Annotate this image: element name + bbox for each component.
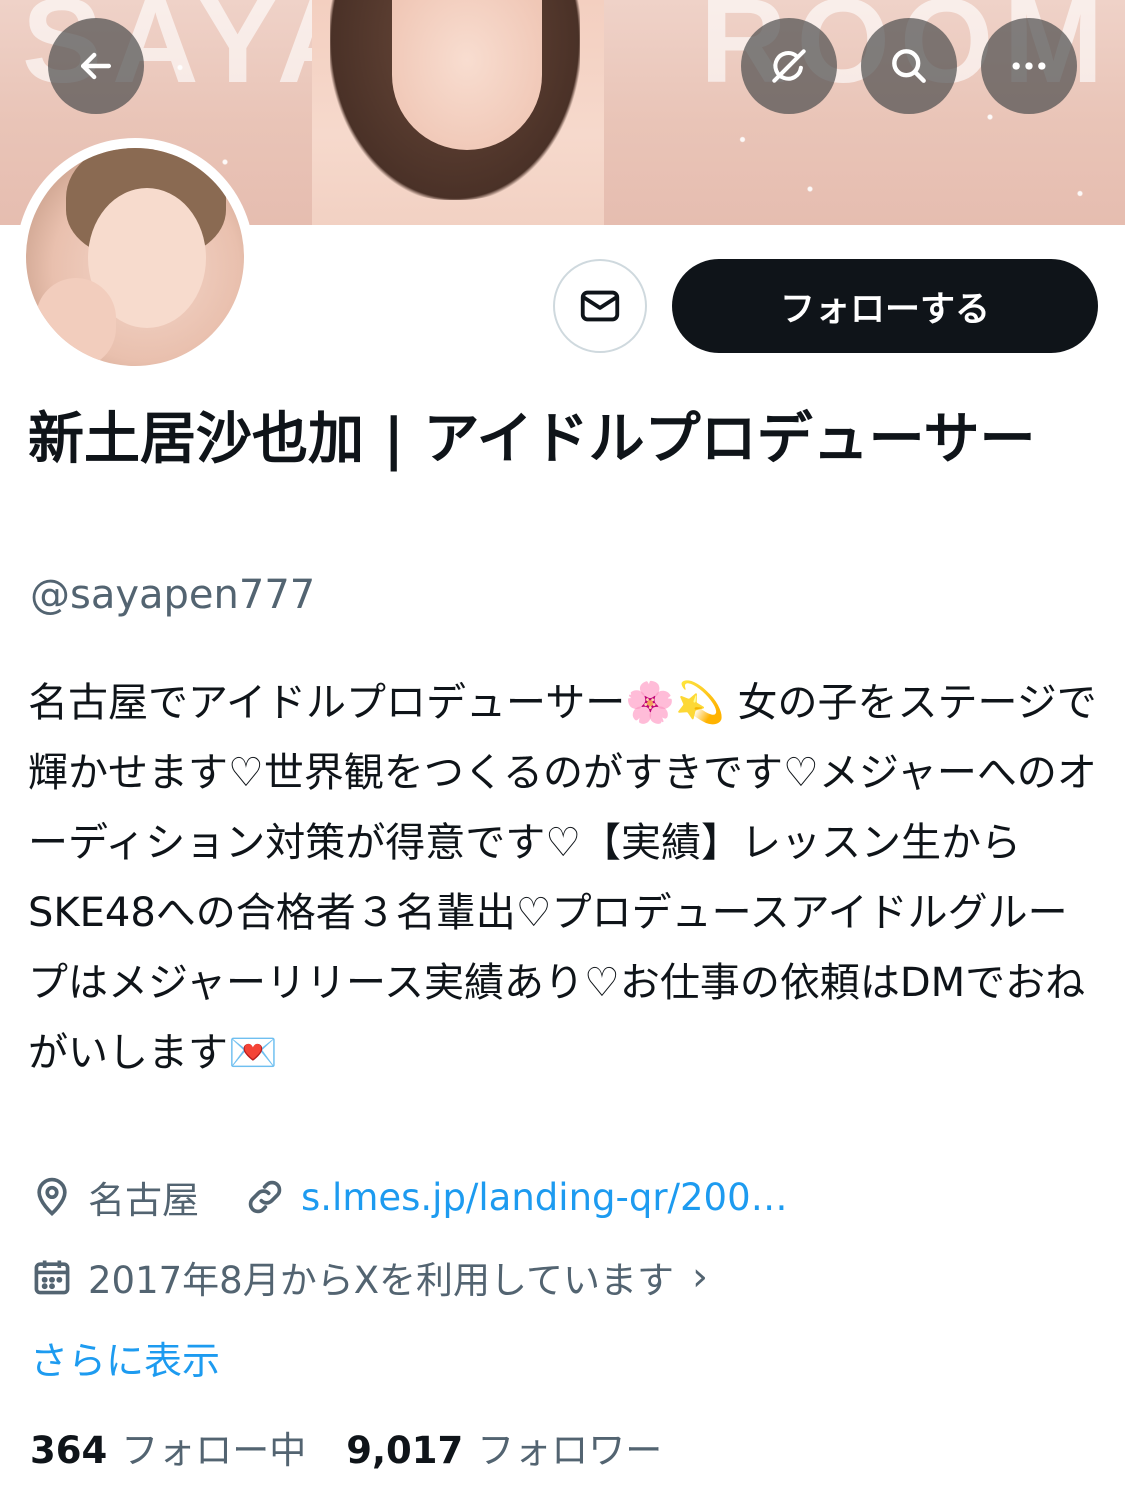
avatar-hand xyxy=(36,278,116,366)
follow-button[interactable]: フォローする xyxy=(672,259,1098,353)
message-button[interactable] xyxy=(553,259,647,353)
profile-bio: 名古屋でアイドルプロデューサー🌸💫 女の子をステージで輝かせます♡世界観をつくる… xyxy=(28,680,1097,1076)
grok-button[interactable] xyxy=(741,18,837,114)
arrow-left-icon xyxy=(80,52,112,80)
banner-photo-face xyxy=(392,0,542,150)
followers-label[interactable]: フォロワー xyxy=(477,1420,662,1474)
calendar-icon xyxy=(34,1260,70,1295)
followers-count[interactable]: 9,017 xyxy=(346,1429,463,1472)
location-pin-icon xyxy=(37,1177,67,1216)
avatar-ring xyxy=(16,138,254,376)
show-more-link[interactable]: さらに表示 xyxy=(30,1330,220,1385)
website-link[interactable]: s.lmes.jp/landing-qr/200… xyxy=(301,1176,788,1219)
link-icon xyxy=(248,1180,282,1214)
search-icon xyxy=(892,49,926,83)
following-label[interactable]: フォロー中 xyxy=(121,1420,306,1474)
following-count[interactable]: 364 xyxy=(30,1429,107,1472)
location-text: 名古屋 xyxy=(88,1179,199,1222)
joined-date-row[interactable]: 2017年8月からXを利用しています › xyxy=(30,1250,708,1304)
grok-icon xyxy=(772,49,806,83)
user-handle: @sayapen777 xyxy=(30,572,316,618)
joined-date-text: 2017年8月からXを利用しています xyxy=(88,1259,674,1302)
display-name: 新土居沙也加 | アイドルプロデューサー xyxy=(28,407,1036,472)
search-button[interactable] xyxy=(861,18,957,114)
more-button[interactable] xyxy=(981,18,1077,114)
back-button[interactable] xyxy=(48,18,144,114)
follow-stats: 364 フォロー中 9,017 フォロワー xyxy=(30,1420,702,1474)
meta-row-location-website: 名古屋 s.lmes.jp/landing-qr/200… xyxy=(30,1170,788,1224)
mail-icon xyxy=(580,290,620,322)
chevron-right-icon: › xyxy=(691,1254,708,1300)
avatar[interactable] xyxy=(26,148,244,366)
more-horizontal-icon xyxy=(1012,62,1046,70)
